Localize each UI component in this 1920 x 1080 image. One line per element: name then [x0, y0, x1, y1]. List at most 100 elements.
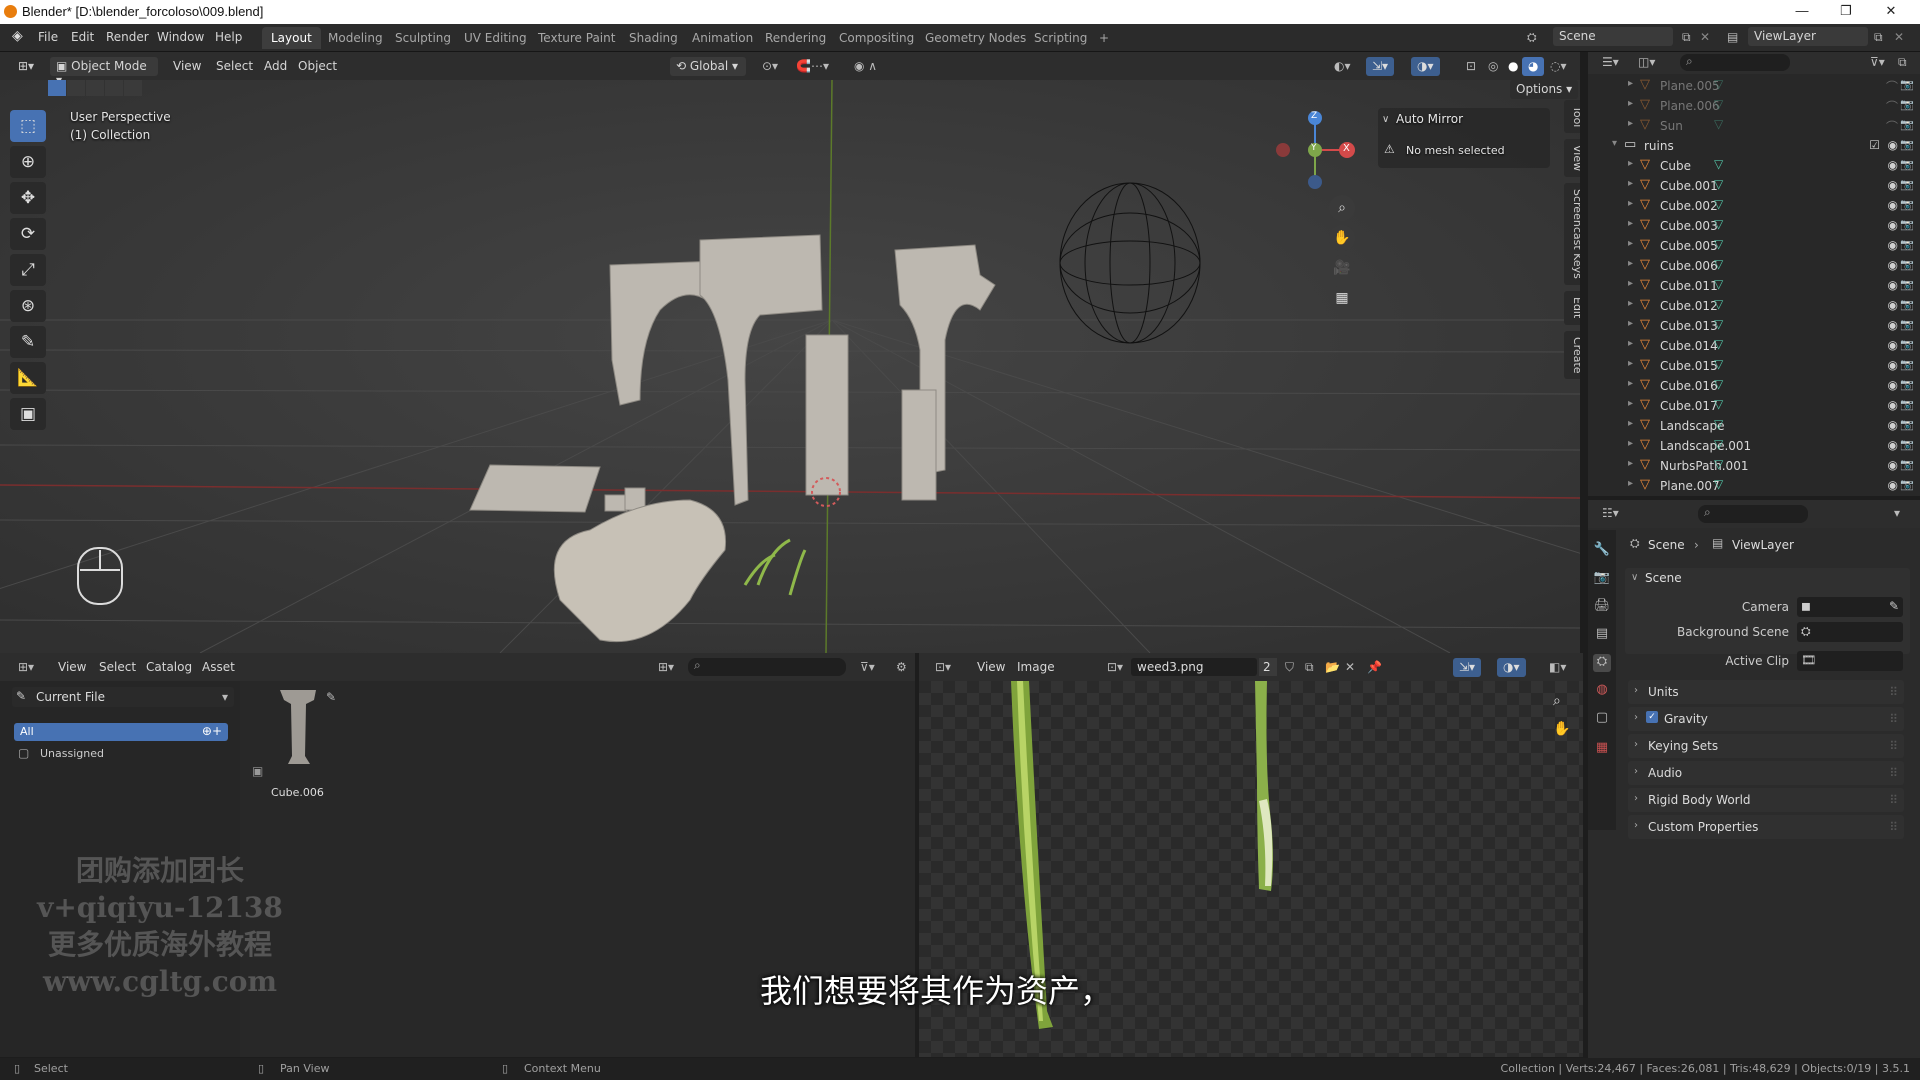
tab-animation[interactable]: Animation [683, 27, 762, 49]
select-mode-subtract-icon[interactable] [86, 80, 104, 96]
mesh-data-icon[interactable]: ▽ [1714, 237, 1723, 251]
eye-icon[interactable]: ⌒ [1886, 118, 1898, 135]
chevron-right-icon[interactable]: ▸ [1628, 238, 1633, 249]
texture-tab-icon[interactable]: ▦ [1593, 740, 1611, 758]
options-dropdown[interactable]: Options ▾ [1510, 80, 1579, 99]
tab-shading[interactable]: Shading [620, 27, 687, 49]
zoom-icon[interactable]: ⌕ [1329, 195, 1355, 221]
render-camera-icon[interactable]: 📷 [1900, 178, 1914, 191]
outliner-object-row[interactable]: ▸ ▽ Cube.017 ▽ ◉ 📷 [1588, 396, 1920, 416]
image-name-field[interactable]: weed3.png [1131, 658, 1257, 676]
display-grid-icon[interactable]: ⊞▾ [652, 658, 680, 677]
eyedropper-icon[interactable]: ✎ [1889, 599, 1899, 613]
menu-help[interactable]: Help [215, 30, 242, 44]
render-camera-icon[interactable]: 📷 [1900, 378, 1914, 391]
chevron-right-icon[interactable]: ▸ [1628, 78, 1633, 89]
collection-checkbox-icon[interactable]: ☑ [1869, 138, 1880, 152]
sidebar-tab-tool[interactable]: Tool [1564, 100, 1580, 134]
asset-editor-icon[interactable]: ⊞▾ [12, 658, 40, 677]
collection-tab-icon[interactable]: ▢ [1593, 710, 1611, 728]
render-camera-icon[interactable]: 📷 [1900, 198, 1914, 211]
scene-panel-chevron-icon[interactable]: ∨ [1631, 572, 1638, 583]
image-pan-icon[interactable]: ✋ [1553, 721, 1570, 737]
select-mode-new-icon[interactable] [48, 80, 66, 96]
outliner-object-row[interactable]: ▸ ▽ Cube.003 ▽ ◉ 📷 [1588, 216, 1920, 236]
eye-icon[interactable]: ◉ [1888, 358, 1898, 372]
render-camera-icon[interactable]: 📷 [1900, 258, 1914, 271]
eye-icon[interactable]: ◉ [1888, 218, 1898, 232]
active-clip-field[interactable]: 🎞 [1797, 651, 1903, 671]
delete-scene-icon[interactable]: ✕ [1700, 30, 1710, 44]
select-menu[interactable]: Select [210, 57, 259, 76]
eye-icon[interactable]: ⌒ [1886, 78, 1898, 95]
chevron-right-icon[interactable]: ▸ [1628, 418, 1633, 429]
xray-icon[interactable]: ⊡ [1460, 57, 1482, 76]
mesh-data-icon[interactable]: ▽ [1714, 277, 1723, 291]
outliner-object-row[interactable]: ▸ ▽ Cube.002 ▽ ◉ 📷 [1588, 196, 1920, 216]
drag-handle-icon[interactable]: ⠿ [1889, 793, 1898, 807]
sidebar-tab-view[interactable]: View [1564, 139, 1580, 178]
scene-panel-title[interactable]: Scene [1645, 571, 1682, 585]
pan-hand-icon[interactable]: ✋ [1329, 225, 1355, 251]
render-camera-icon[interactable]: 📷 [1900, 398, 1914, 411]
edit-asset-icon[interactable]: ✎ [326, 690, 336, 704]
render-tab-icon[interactable]: 📷 [1593, 570, 1611, 588]
mesh-data-icon[interactable]: ▽ [1714, 217, 1723, 231]
mesh-data-icon[interactable]: ▽ [1714, 197, 1723, 211]
render-camera-icon[interactable]: 📷 [1900, 458, 1914, 471]
tab-scripting[interactable]: Scripting [1025, 27, 1096, 49]
chevron-right-icon[interactable]: ▸ [1628, 458, 1633, 469]
render-camera-icon[interactable]: 📷 [1900, 118, 1914, 131]
tab-rendering[interactable]: Rendering [756, 27, 835, 49]
eye-icon[interactable]: ◉ [1888, 478, 1898, 492]
eye-icon[interactable]: ◉ [1888, 178, 1898, 192]
outliner-object-row[interactable]: ▸ ▽ Cube.012 ▽ ◉ 📷 [1588, 296, 1920, 316]
outliner-object-row[interactable]: ▸ ▽ Cube.014 ▽ ◉ 📷 [1588, 336, 1920, 356]
drag-handle-icon[interactable]: ⠿ [1889, 712, 1898, 726]
visibility-icon[interactable]: ◐▾ [1328, 57, 1357, 76]
chevron-right-icon[interactable]: ▸ [1628, 198, 1633, 209]
maximize-button[interactable]: ❐ [1831, 3, 1861, 21]
outliner-object-row[interactable]: ▸ ▽ Cube.016 ▽ ◉ 📷 [1588, 376, 1920, 396]
outliner-object-row[interactable]: ▸ ▽ NurbsPath.001 ▽ ◉ 📷 [1588, 456, 1920, 476]
transform-icon[interactable]: ⊛ [10, 290, 46, 322]
move-icon[interactable]: ✥ [10, 182, 46, 214]
mesh-data-icon[interactable]: ▽ [1714, 257, 1723, 271]
cursor-icon[interactable]: ⊕ [10, 146, 46, 178]
render-camera-icon[interactable]: 📷 [1900, 218, 1914, 231]
mesh-data-icon[interactable]: ▽ [1714, 357, 1723, 371]
mesh-data-icon[interactable]: ▽ [1714, 97, 1723, 111]
chevron-right-icon[interactable]: ▸ [1628, 478, 1633, 489]
mesh-data-icon[interactable]: ▽ [1714, 77, 1723, 91]
tab-compositing[interactable]: Compositing [830, 27, 923, 49]
close-window-button[interactable]: ✕ [1876, 3, 1906, 21]
eye-icon[interactable]: ◉ [1888, 418, 1898, 432]
rendered-shading-icon[interactable]: ◌▾ [1544, 57, 1573, 76]
pin-icon[interactable]: 📌 [1361, 658, 1388, 677]
tab-texture-paint[interactable]: Texture Paint [529, 27, 624, 49]
outliner-object-row[interactable]: ▸ ▽ Plane.005 ▽ ⌒ 📷 [1588, 76, 1920, 96]
eye-icon[interactable]: ◉ [1888, 278, 1898, 292]
eye-icon[interactable]: ◉ [1888, 338, 1898, 352]
mesh-data-icon[interactable]: ▽ [1714, 417, 1723, 431]
properties-panel-units[interactable]: › Units ⠿ [1628, 680, 1904, 704]
mesh-data-icon[interactable]: ▽ [1714, 377, 1723, 391]
outliner-object-row[interactable]: ▸ ▽ Cube.006 ▽ ◉ 📷 [1588, 256, 1920, 276]
properties-panel-keying-sets[interactable]: › Keying Sets ⠿ [1628, 734, 1904, 758]
tab-uv-editing[interactable]: UV Editing [455, 27, 536, 49]
properties-panel-audio[interactable]: › Audio ⠿ [1628, 761, 1904, 785]
image-view-menu[interactable]: View [971, 658, 1011, 677]
sidebar-tab-screencast-keys[interactable]: Screencast Keys [1564, 183, 1580, 286]
ortho-grid-icon[interactable]: ▦ [1329, 285, 1355, 311]
select-mode-extend-icon[interactable] [67, 80, 85, 96]
asset-tile[interactable] [270, 686, 326, 780]
properties-panel-gravity[interactable]: › ✓ Gravity ⠿ [1628, 707, 1904, 731]
mesh-data-icon[interactable]: ▽ [1714, 317, 1723, 331]
mesh-data-icon[interactable]: ▽ [1714, 477, 1723, 491]
annotate-icon[interactable]: ✎ [10, 326, 46, 358]
drag-handle-icon[interactable]: ⠿ [1889, 766, 1898, 780]
overlay-toggle-icon[interactable]: ◑▾ [1411, 57, 1440, 76]
outliner-object-row[interactable]: ▸ ▽ Plane.006 ▽ ⌒ 📷 [1588, 96, 1920, 116]
sidebar-tab-create[interactable]: Create [1564, 330, 1580, 380]
render-camera-icon[interactable]: 📷 [1900, 278, 1914, 291]
